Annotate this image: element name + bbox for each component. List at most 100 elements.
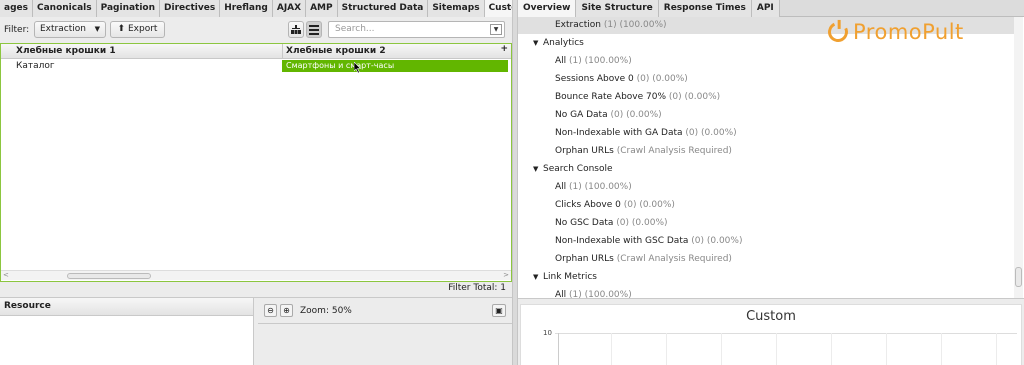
promopult-logo: PromoPult [825,19,964,45]
tab-hreflang[interactable]: Hreflang [220,0,273,17]
grid-line [886,333,887,365]
filter-select-value: Extraction [40,24,86,34]
tab-site-structure[interactable]: Site Structure [576,0,659,17]
tree-item-label: Clicks Above 0 [555,200,621,210]
expand-triangle-icon[interactable]: ▼ [533,34,543,52]
right-tab-bar: Overview Site Structure Response Times A… [518,0,1024,17]
table-cell-selected: Смартфоны и смарт-часы [282,60,508,72]
vertical-scrollbar[interactable] [1014,17,1023,298]
logo-text: PromoPult [853,20,964,44]
mouse-cursor-icon [354,62,362,73]
tree-item-label: Analytics [543,38,584,48]
tree-item[interactable]: No GA Data (0) (0.00%) [518,106,1014,124]
tree-item-stat: (1) (100.00%) [603,20,667,30]
tree-item-stat: (1) (100.00%) [569,290,632,298]
tab-overview[interactable]: Overview [518,0,577,17]
scrollbar-thumb[interactable] [1015,267,1022,287]
tree-item[interactable]: Bounce Rate Above 70% (0) (0.00%) [518,88,1014,106]
tree-item-label: All [555,290,567,298]
list-view-button[interactable] [306,21,322,38]
horizontal-scrollbar[interactable]: < > [1,270,511,280]
save-button[interactable]: ▣ [492,304,506,317]
column-divider[interactable] [282,44,283,59]
add-column-icon[interactable]: + [500,44,508,54]
scroll-left-icon[interactable]: < [3,271,9,279]
filter-total: Filter Total: 1 [448,283,506,293]
export-icon: ⬆ [117,24,126,34]
tree-item-stat: (0) (0.00%) [668,92,721,102]
expand-triangle-icon[interactable]: ▼ [533,160,543,178]
tree-section[interactable]: ▼ Search Console [518,160,1014,178]
export-button[interactable]: ⬆ Export [110,21,165,38]
chart-panel: Custom 10 [518,298,1024,365]
grid-line [941,333,942,365]
tree-item-stat: (Crawl Analysis Required) [616,146,732,156]
tab-directives[interactable]: Directives [160,0,221,17]
grid-line [831,333,832,365]
tree-item[interactable]: Clicks Above 0 (0) (0.00%) [518,196,1014,214]
tab-response-times[interactable]: Response Times [658,0,752,17]
expand-triangle-icon[interactable]: ▼ [533,268,543,286]
tab-amp[interactable]: AMP [306,0,338,17]
grid-line [666,333,667,365]
zoom-out-button[interactable]: ⊖ [264,304,277,317]
zoom-panel: ⊖ ⊕ Zoom: 50% ▣ [258,298,512,365]
tree-item-label: Bounce Rate Above 70% [555,92,667,102]
tree-item[interactable]: Non-Indexable with GA Data (0) (0.00%) [518,124,1014,142]
tab-pagination[interactable]: Pagination [96,0,161,17]
filter-select[interactable]: Extraction ▼ [34,21,106,38]
tree-item-label: Link Metrics [543,272,597,282]
tree-item[interactable]: All (1) (100.00%) [518,286,1014,298]
tree-section[interactable]: ▼ Link Metrics [518,268,1014,286]
tab-canonicals[interactable]: Canonicals [32,0,97,17]
tab-structured-data[interactable]: Structured Data [337,0,429,17]
tree-icon [291,25,301,34]
filter-label: Filter: [4,25,30,35]
search-input[interactable]: Search... ▼ [328,21,505,38]
tree-item[interactable]: Non-Indexable with GSC Data (0) (0.00%) [518,232,1014,250]
chevron-down-icon[interactable]: ▼ [490,24,502,35]
tab-pages[interactable]: ages [0,0,33,17]
resource-header: Resource [0,298,253,316]
tree-item-label: Sessions Above 0 [555,74,634,84]
tab-api[interactable]: API [751,0,780,17]
overview-tree: Extraction (1) (100.00%) ▼ Analytics All (1… [518,17,1024,298]
chart-title: Custom [746,309,796,324]
y-tick-label: 10 [543,329,552,337]
chevron-down-icon: ▼ [94,25,100,33]
tree-item[interactable]: All (1) (100.00%) [518,178,1014,196]
tree-item-label: No GSC Data [555,218,614,228]
tree-item-label: Extraction [555,20,601,30]
left-pane: ages Canonicals Pagination Directives Hr… [0,0,542,365]
tree-item[interactable]: Orphan URLs (Crawl Analysis Required) [518,250,1014,268]
grid-line [611,333,612,365]
table-row[interactable]: Каталог Смартфоны и смарт-часы [1,60,511,73]
tab-sitemaps[interactable]: Sitemaps [428,0,485,17]
table-cell: Каталог [16,61,55,71]
zoom-out-icon: ⊖ [267,306,274,315]
column-header[interactable]: Хлебные крошки 1 [16,46,116,56]
tree-view-button[interactable] [288,21,304,38]
tree-item-stat: (0) (0.00%) [610,110,662,120]
tree-item[interactable]: No GSC Data (0) (0.00%) [518,214,1014,232]
tree-item-stat: (0) (0.00%) [623,200,675,210]
tree-item[interactable]: All (1) (100.00%) [518,52,1014,70]
grid-line [776,333,777,365]
power-icon [825,19,851,45]
export-label: Export [127,24,158,34]
tree-item[interactable]: Sessions Above 0 (0) (0.00%) [518,70,1014,88]
grid-line [555,333,1017,334]
custom-chart: Custom 10 [520,304,1022,365]
zoom-in-button[interactable]: ⊕ [280,304,293,317]
tree-item-label: Orphan URLs [555,254,614,264]
tree-item[interactable]: Orphan URLs (Crawl Analysis Required) [518,142,1014,160]
scroll-right-icon[interactable]: > [503,271,509,279]
column-header[interactable]: Хлебные крошки 2 [286,46,386,56]
tree-item-label: Search Console [543,164,613,174]
results-table: Хлебные крошки 1 Хлебные крошки 2 + Ката… [0,43,512,282]
tab-ajax[interactable]: AJAX [272,0,307,17]
y-axis [558,333,559,365]
scrollbar-thumb[interactable] [67,273,151,279]
tree-item-label: All [555,56,567,66]
grid-line [721,333,722,365]
